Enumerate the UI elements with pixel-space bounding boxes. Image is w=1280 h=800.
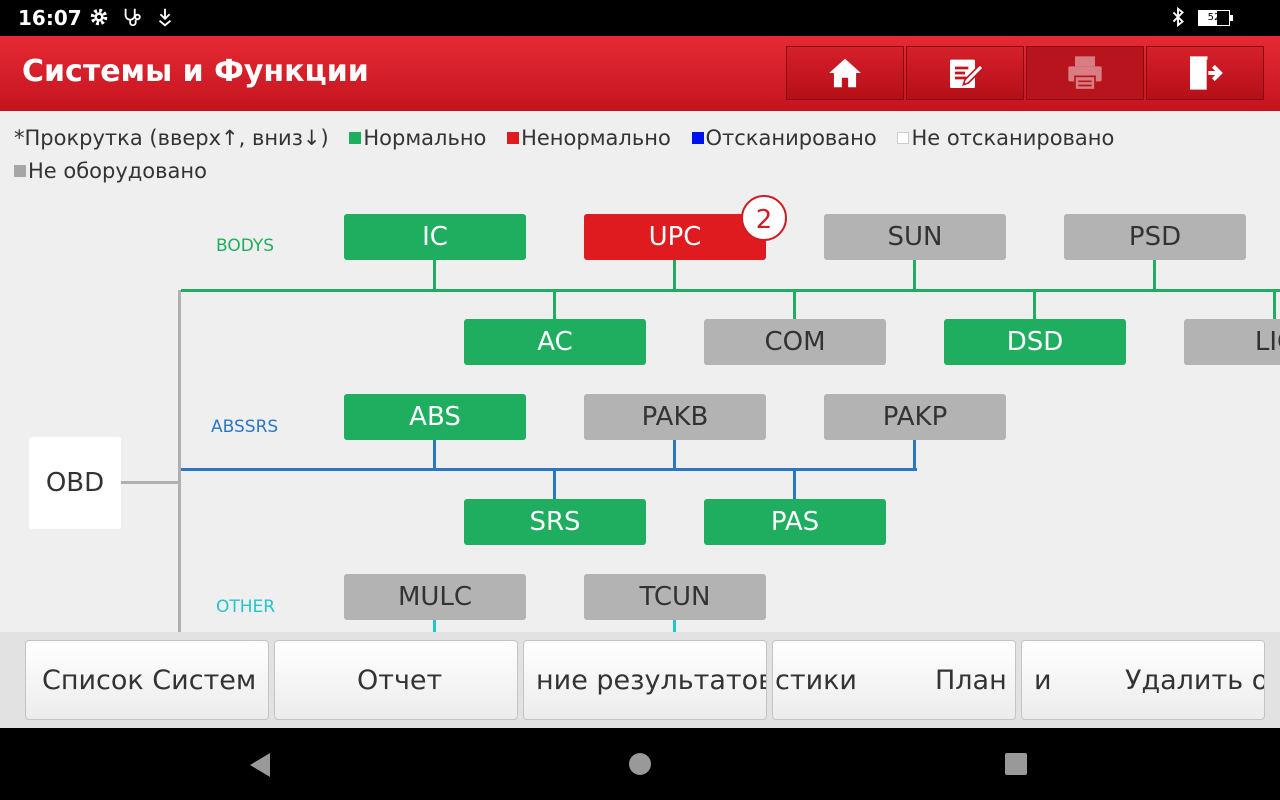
app-header: Системы и Функции [0,36,1280,111]
system-node-ic[interactable]: IC [344,214,526,260]
download-icon [158,8,172,27]
color-legend: *Прокрутка (вверх↑, вниз↓) Нормально Нен… [14,122,1264,188]
legend-abnormal-label: Ненормально [521,126,671,150]
connector-line [1033,291,1036,319]
home-nav-icon[interactable] [628,752,652,776]
system-node-abs[interactable]: ABS [344,394,526,440]
connector-line [553,470,556,499]
connector-line [1273,291,1276,319]
edit-button[interactable] [906,46,1024,100]
system-node-lic[interactable]: LIC [1184,319,1280,365]
legend-normal-label: Нормально [363,126,487,150]
abssrs-bus-line [181,468,917,471]
legend-scanned-label: Отсканировано [705,126,877,150]
print-icon [1068,56,1102,91]
back-icon[interactable] [248,752,272,778]
system-node-psd[interactable]: PSD [1064,214,1246,260]
connector-line [1153,260,1156,290]
connector-line [553,291,556,319]
plan-right-label: План [935,665,1007,696]
connector-line [673,440,676,470]
results-button[interactable]: ние результатов [523,640,767,720]
group-label-other: OTHER [216,597,276,617]
obd-connector-line [121,481,180,484]
legend-not-equipped: Не оборудовано [14,159,207,183]
legend-normal-swatch [349,132,362,144]
results-label: ние результатов [536,665,767,696]
home-button[interactable] [786,46,904,100]
system-node-dsd[interactable]: DSD [944,319,1126,365]
legend-scanned-swatch [691,132,704,144]
edit-icon [950,59,985,88]
legend-not-scanned-label: Не отсканировано [911,126,1115,150]
legend-not-scanned-swatch [897,132,910,144]
connector-line [673,620,676,632]
delete-left-label: и [1034,665,1052,696]
system-list-button[interactable]: Список Систем [25,640,269,720]
group-label-bodys: BODYS [216,236,275,256]
trunk-line [178,290,181,632]
legend-not-equipped-label: Не оборудовано [28,159,207,183]
connector-line [793,470,796,499]
connector-line [793,291,796,319]
plan-left-label: стики [775,665,857,696]
battery-indicator: 52 [1198,10,1233,26]
legend-scroll-hint: *Прокрутка (вверх↑, вниз↓) [14,126,329,150]
system-node-ac[interactable]: AC [464,319,646,365]
system-diagram: BODYS ABSSRS OTHER OBD IC UPC 2 SUN PSD … [0,195,1280,632]
legend-not-equipped-swatch [14,165,26,177]
report-label: Отчет [357,665,443,696]
connector-line [673,260,676,290]
system-node-upc[interactable]: UPC [584,214,766,260]
legend-abnormal-swatch [507,132,520,144]
system-node-mulc[interactable]: MULC [344,574,526,620]
connector-line [433,260,436,290]
connector-line [433,620,436,632]
delete-button[interactable]: и Удалить о [1021,640,1265,720]
delete-right-label: Удалить о [1125,665,1265,696]
gear-icon [90,8,108,26]
plan-button[interactable]: стики План [772,640,1016,720]
system-node-pas[interactable]: PAS [704,499,886,545]
status-time: 16:07 [18,6,82,30]
report-button[interactable]: Отчет [274,640,518,720]
upc-fault-count-badge[interactable]: 2 [741,195,787,241]
status-bar: 16:07 52 [0,0,1280,36]
legend-scanned: Отсканировано [691,126,877,150]
bodys-bus-line [181,289,1280,292]
connector-line [913,440,916,470]
system-node-com[interactable]: COM [704,319,886,365]
bluetooth-icon [1172,6,1184,28]
system-node-srs[interactable]: SRS [464,499,646,545]
connector-line [433,440,436,470]
page-title: Системы и Функции [22,54,369,89]
system-node-tcun[interactable]: TCUN [584,574,766,620]
legend-normal: Нормально [349,126,486,150]
connector-line [913,260,916,290]
exit-icon [1190,53,1223,93]
exit-button[interactable] [1146,46,1264,100]
home-icon [829,58,861,88]
recents-icon[interactable] [1004,752,1028,776]
legend-not-scanned: Не отсканировано [897,126,1114,150]
obd-node: OBD [29,437,121,529]
system-node-sun[interactable]: SUN [824,214,1006,260]
system-node-pakb[interactable]: PAKB [584,394,766,440]
print-button[interactable] [1026,46,1144,100]
system-nav-bar [0,728,1280,800]
bottom-action-bar: Список Систем Отчет ние результатов стик… [0,632,1280,728]
legend-abnormal: Ненормально [507,126,671,150]
stethoscope-icon [124,8,141,27]
system-list-label: Список Систем [42,665,257,696]
battery-level: 52 [1207,12,1221,23]
system-node-pakp[interactable]: PAKP [824,394,1006,440]
group-label-abssrs: ABSSRS [211,417,279,437]
